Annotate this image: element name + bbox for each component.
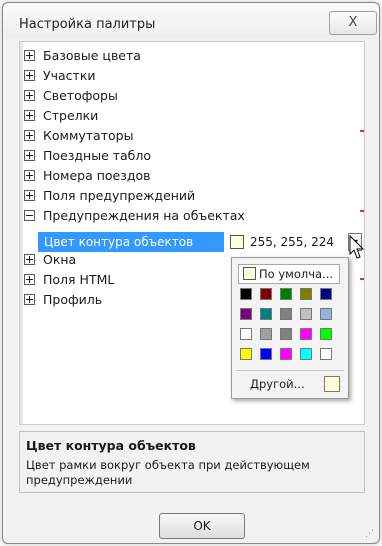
tree-item-train-boards[interactable]: Поездные табло <box>24 146 151 166</box>
color-swatch-option[interactable] <box>240 308 252 320</box>
expand-icon[interactable] <box>24 294 35 305</box>
tree-item-label: Профиль <box>43 292 103 307</box>
expand-icon[interactable] <box>24 170 35 181</box>
color-swatch-option[interactable] <box>240 328 252 340</box>
tree-item-label: Участки <box>43 68 96 83</box>
palette-settings-dialog: Настройка палитры X Базовые цвета Участк… <box>2 2 380 544</box>
red-marker <box>360 278 364 280</box>
tree-item-html-fields[interactable]: Поля HTML <box>24 270 114 290</box>
default-color-button[interactable]: По умолча... <box>238 264 340 284</box>
mouse-cursor-icon <box>349 235 365 259</box>
color-swatch-option[interactable] <box>260 328 272 340</box>
tree-item-sections[interactable]: Участки <box>24 66 96 86</box>
color-swatch <box>243 267 256 280</box>
red-marker <box>360 130 364 132</box>
color-picker-popup: По умолча... Другой... <box>231 257 349 399</box>
divider <box>236 370 344 371</box>
property-value-text: 255, 255, 224 <box>250 235 334 249</box>
ok-button[interactable]: OK <box>159 513 245 539</box>
color-swatch-option[interactable] <box>260 288 272 300</box>
tree-item-signals[interactable]: Светофоры <box>24 86 118 106</box>
expand-icon[interactable] <box>24 50 35 61</box>
tree-item-label: Поля предупреждений <box>43 188 196 203</box>
tree-item-label: Коммутаторы <box>43 128 134 143</box>
color-swatch-option[interactable] <box>260 348 272 360</box>
tree-item-commutators[interactable]: Коммутаторы <box>24 126 133 146</box>
description-text: Цвет рамки вокруг объекта при действующе… <box>26 458 310 487</box>
tree-item-label: Базовые цвета <box>43 48 141 63</box>
color-swatch-option[interactable] <box>300 308 312 320</box>
collapse-icon[interactable] <box>24 210 35 221</box>
window-title: Настройка палитры <box>19 17 156 32</box>
color-swatch-option[interactable] <box>300 348 312 360</box>
expand-icon[interactable] <box>24 110 35 121</box>
tree-item-label: Поездные табло <box>43 148 152 163</box>
expand-icon[interactable] <box>24 190 35 201</box>
expand-icon[interactable] <box>24 130 35 141</box>
color-swatch-option[interactable] <box>300 328 312 340</box>
property-row-outline-color[interactable]: Цвет контура объектов 255, 255, 224 ▼ <box>38 232 362 252</box>
tree-item-label: Светофоры <box>43 88 118 103</box>
close-icon: X <box>348 15 358 30</box>
property-label: Цвет контура объектов <box>38 232 224 252</box>
color-swatch-option[interactable] <box>280 348 292 360</box>
other-color-button[interactable]: Другой... <box>250 376 305 392</box>
description-title: Цвет контура объектов <box>26 438 196 453</box>
color-swatch-option[interactable] <box>240 288 252 300</box>
tree-item-windows[interactable]: Окна <box>24 250 76 270</box>
color-swatch-option[interactable] <box>280 308 292 320</box>
color-swatch-option[interactable] <box>280 328 292 340</box>
red-marker <box>360 210 364 212</box>
color-swatch-option[interactable] <box>300 288 312 300</box>
tree-item-base-colors[interactable]: Базовые цвета <box>24 46 141 66</box>
tree-margin <box>20 42 23 424</box>
tree-item-object-warnings[interactable]: Предупреждения на объектах <box>24 206 245 226</box>
tree-item-switches[interactable]: Стрелки <box>24 106 98 126</box>
tree-item-label: Стрелки <box>43 108 99 123</box>
color-swatch-option[interactable] <box>320 348 332 360</box>
expand-icon[interactable] <box>24 274 35 285</box>
tree-item-label: Поля HTML <box>43 272 115 287</box>
color-swatch <box>324 376 340 392</box>
tree-item-label: Номера поездов <box>43 168 151 183</box>
tree-item-profile[interactable]: Профиль <box>24 290 102 310</box>
color-swatch-option[interactable] <box>320 288 332 300</box>
expand-icon[interactable] <box>24 90 35 101</box>
color-swatch-option[interactable] <box>240 348 252 360</box>
default-color-label: По умолча... <box>259 267 334 281</box>
property-value[interactable]: 255, 255, 224 <box>230 232 344 252</box>
close-button[interactable]: X <box>329 11 377 35</box>
tree-item-warning-fields[interactable]: Поля предупреждений <box>24 186 195 206</box>
resize-grip-icon[interactable]: ⋰ <box>365 529 374 539</box>
color-swatch-option[interactable] <box>320 308 332 320</box>
expand-icon[interactable] <box>24 254 35 265</box>
title-bar[interactable]: Настройка палитры X <box>3 3 379 39</box>
color-swatch-option[interactable] <box>280 288 292 300</box>
description-panel: Цвет контура объектов Цвет рамки вокруг … <box>19 431 365 493</box>
expand-icon[interactable] <box>24 150 35 161</box>
expand-icon[interactable] <box>24 70 35 81</box>
tree-item-train-numbers[interactable]: Номера поездов <box>24 166 151 186</box>
tree-item-label: Окна <box>43 252 77 267</box>
color-swatch-option[interactable] <box>260 308 272 320</box>
color-swatch <box>230 234 244 249</box>
tree-item-label: Предупреждения на объектах <box>43 208 245 223</box>
color-swatch-option[interactable] <box>320 328 332 340</box>
